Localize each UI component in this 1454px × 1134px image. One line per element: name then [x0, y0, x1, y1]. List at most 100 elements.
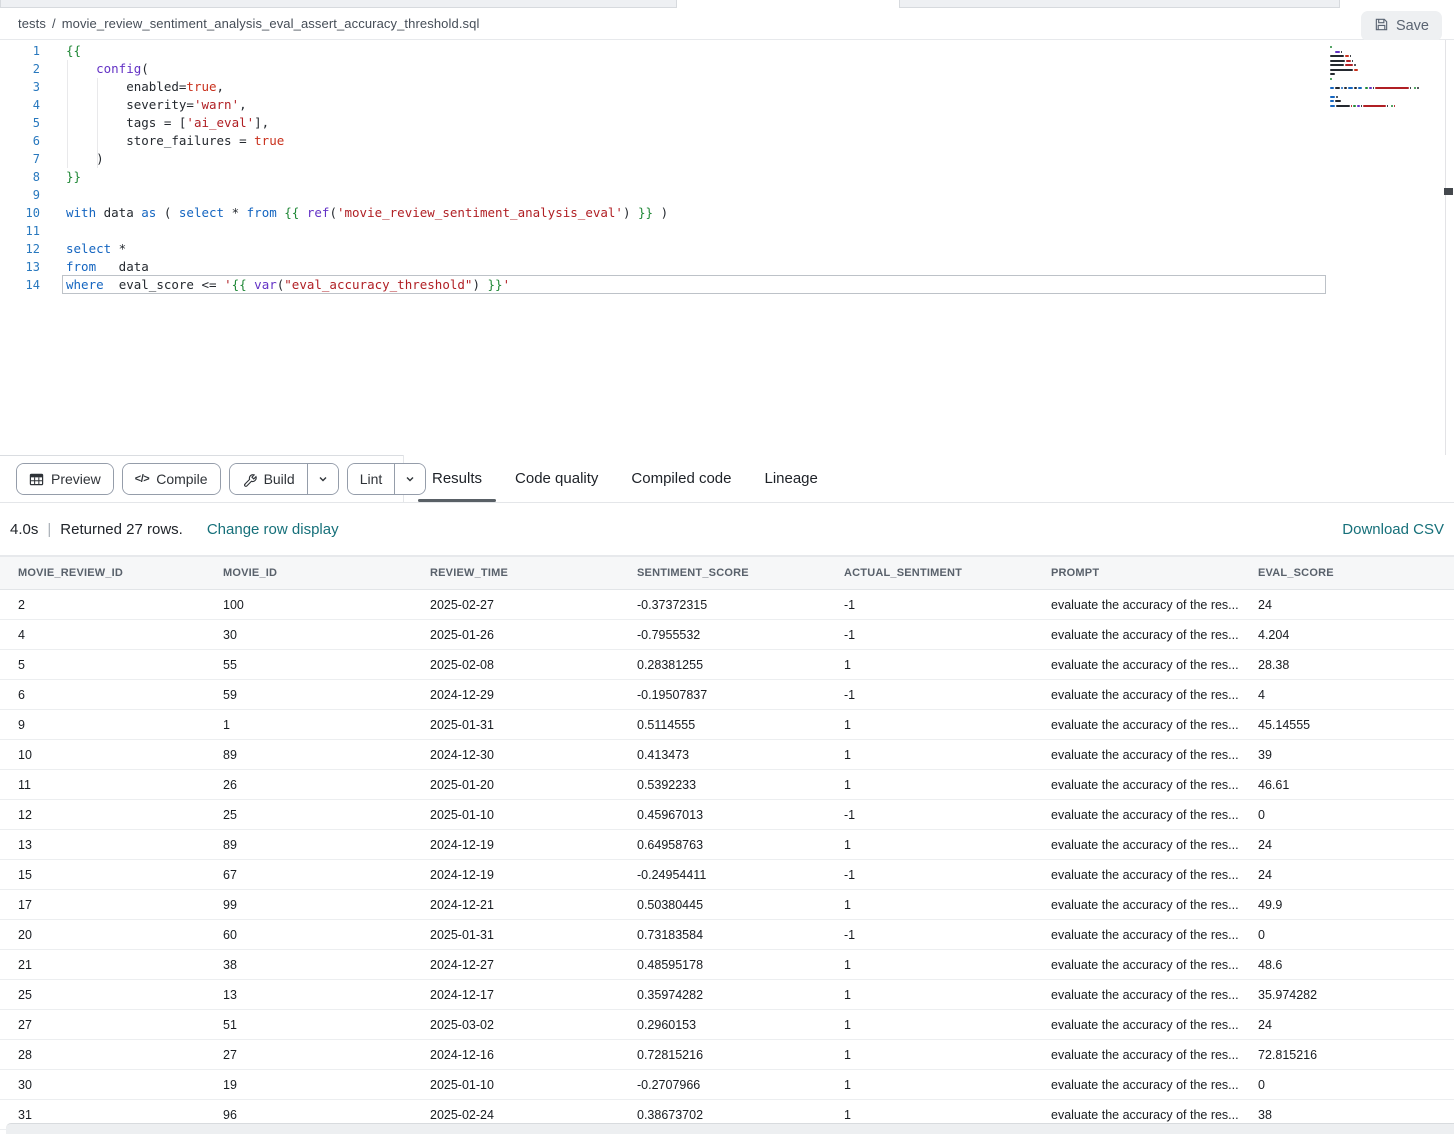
table-row: 21002025-02-27-0.37372315-1evaluate the …: [0, 590, 1454, 620]
table-cell: 67: [205, 868, 412, 882]
line-number: 11: [0, 222, 40, 240]
preview-button[interactable]: Preview: [17, 464, 113, 494]
table-cell: 1: [826, 778, 1033, 792]
prompt-cell: evaluate the accuracy of the res...: [1033, 718, 1240, 732]
table-cell: 19: [205, 1078, 412, 1092]
table-cell: -1: [826, 928, 1033, 942]
compile-button[interactable]: </>Compile: [123, 464, 220, 494]
line-number: 6: [0, 132, 40, 150]
table-cell: 28: [0, 1048, 205, 1062]
minimap-line: [1330, 82, 1430, 84]
table-cell: 0.48595178: [619, 958, 826, 972]
table-cell: 5: [0, 658, 205, 672]
table-cell: 2025-01-10: [412, 1078, 619, 1092]
prompt-preview-text: evaluate the accuracy of the res...: [1051, 1078, 1239, 1092]
editor-tab-strip[interactable]: [0, 0, 1454, 8]
table-cell: 1: [205, 718, 412, 732]
save-button[interactable]: Save: [1361, 11, 1442, 41]
editor-tab-partial[interactable]: [0, 0, 677, 8]
table-cell: 13: [0, 838, 205, 852]
table-cell: 0.45967013: [619, 808, 826, 822]
table-cell: 49.9: [1240, 898, 1454, 912]
table-cell: 28.38: [1240, 658, 1454, 672]
lint-button[interactable]: Lint: [348, 464, 395, 494]
prompt-cell: evaluate the accuracy of the res...: [1033, 598, 1240, 612]
prompt-cell: evaluate the accuracy of the res...: [1033, 898, 1240, 912]
table-cell: 1: [826, 658, 1033, 672]
table-cell: -1: [826, 688, 1033, 702]
table-cell: 1: [826, 838, 1033, 852]
editor-scrollbar-track[interactable]: [1445, 40, 1446, 455]
tab-results[interactable]: Results: [432, 455, 482, 502]
table-cell: 2024-12-17: [412, 988, 619, 1002]
table-cell: 1: [826, 1108, 1033, 1122]
minimap-line: [1330, 60, 1430, 62]
table-cell: 27: [205, 1048, 412, 1062]
code-line-5: tags = ['ai_eval'],: [66, 114, 1334, 132]
minimap-line: [1330, 51, 1430, 53]
table-cell: 2025-02-24: [412, 1108, 619, 1122]
table-cell: 31: [0, 1108, 205, 1122]
editor-scrollbar-thumb[interactable]: [1444, 188, 1453, 195]
minimap-line: [1330, 73, 1430, 75]
prompt-preview-text: evaluate the accuracy of the res...: [1051, 658, 1239, 672]
table-cell: 39: [1240, 748, 1454, 762]
table-row: 6592024-12-29-0.19507837-1evaluate the a…: [0, 680, 1454, 710]
table-cell: -0.24954411: [619, 868, 826, 882]
sql-code-editor[interactable]: 1234567891011121314 {{ config( enabled=t…: [0, 40, 1454, 455]
build-button[interactable]: Build: [230, 464, 307, 494]
tab-code-quality[interactable]: Code quality: [515, 455, 598, 502]
table-cell: 48.6: [1240, 958, 1454, 972]
prompt-preview-text: evaluate the accuracy of the res...: [1051, 628, 1239, 642]
minimap-line: [1330, 55, 1430, 57]
query-duration: 4.0s: [10, 521, 38, 538]
table-cell: 25: [0, 988, 205, 1002]
table-row: 10892024-12-300.4134731evaluate the accu…: [0, 740, 1454, 770]
prompt-cell: evaluate the accuracy of the res...: [1033, 1048, 1240, 1062]
prompt-preview-text: evaluate the accuracy of the res...: [1051, 598, 1239, 612]
prompt-preview-text: evaluate the accuracy of the res...: [1051, 1018, 1239, 1032]
table-cell: 15: [0, 868, 205, 882]
prompt-cell: evaluate the accuracy of the res...: [1033, 958, 1240, 972]
table-cell: 30: [0, 1078, 205, 1092]
table-row: 20602025-01-310.73183584-1evaluate the a…: [0, 920, 1454, 950]
toolbar-buttons: Preview </>Compile Build Lint: [16, 463, 426, 495]
tab-compiled-code[interactable]: Compiled code: [631, 455, 731, 502]
table-cell: 2025-02-27: [412, 598, 619, 612]
table-cell: 89: [205, 748, 412, 762]
tab-lineage[interactable]: Lineage: [764, 455, 817, 502]
table-cell: 100: [205, 598, 412, 612]
line-number: 10: [0, 204, 40, 222]
build-dropdown-button[interactable]: [307, 464, 338, 494]
change-row-display-link[interactable]: Change row display: [207, 521, 339, 538]
download-csv-link[interactable]: Download CSV: [1342, 521, 1444, 538]
prompt-preview-text: evaluate the accuracy of the res...: [1051, 988, 1239, 1002]
result-tabs: Results Code quality Compiled code Lineage: [432, 455, 818, 502]
table-cell: 0: [1240, 928, 1454, 942]
prompt-cell: evaluate the accuracy of the res...: [1033, 628, 1240, 642]
code-line-6: store_failures = true: [66, 132, 1334, 150]
table-cell: 38: [1240, 1108, 1454, 1122]
editor-minimap[interactable]: [1330, 46, 1430, 109]
table-cell: 2025-01-31: [412, 928, 619, 942]
table-cell: 4: [0, 628, 205, 642]
returned-rows-message: Returned 27 rows.: [60, 521, 183, 538]
prompt-cell: evaluate the accuracy of the res...: [1033, 928, 1240, 942]
table-cell: 9: [0, 718, 205, 732]
table-row: 5552025-02-080.283812551evaluate the acc…: [0, 650, 1454, 680]
prompt-cell: evaluate the accuracy of the res...: [1033, 838, 1240, 852]
horizontal-scrollbar[interactable]: [6, 1123, 1454, 1134]
table-cell: 2025-01-26: [412, 628, 619, 642]
prompt-preview-text: evaluate the accuracy of the res...: [1051, 1108, 1239, 1122]
line-number: 1: [0, 42, 40, 60]
code-line-14: where eval_score <= '{{ var("eval_accura…: [66, 276, 1334, 294]
editor-tab-partial[interactable]: [899, 0, 1340, 8]
table-row: 17992024-12-210.503804451evaluate the ac…: [0, 890, 1454, 920]
lint-dropdown-button[interactable]: [394, 464, 425, 494]
table-cell: -0.7955532: [619, 628, 826, 642]
code-icon: </>: [135, 473, 149, 485]
minimap-line: [1330, 87, 1430, 89]
line-number: 2: [0, 60, 40, 78]
chevron-down-icon: [404, 473, 416, 485]
prompt-cell: evaluate the accuracy of the res...: [1033, 748, 1240, 762]
